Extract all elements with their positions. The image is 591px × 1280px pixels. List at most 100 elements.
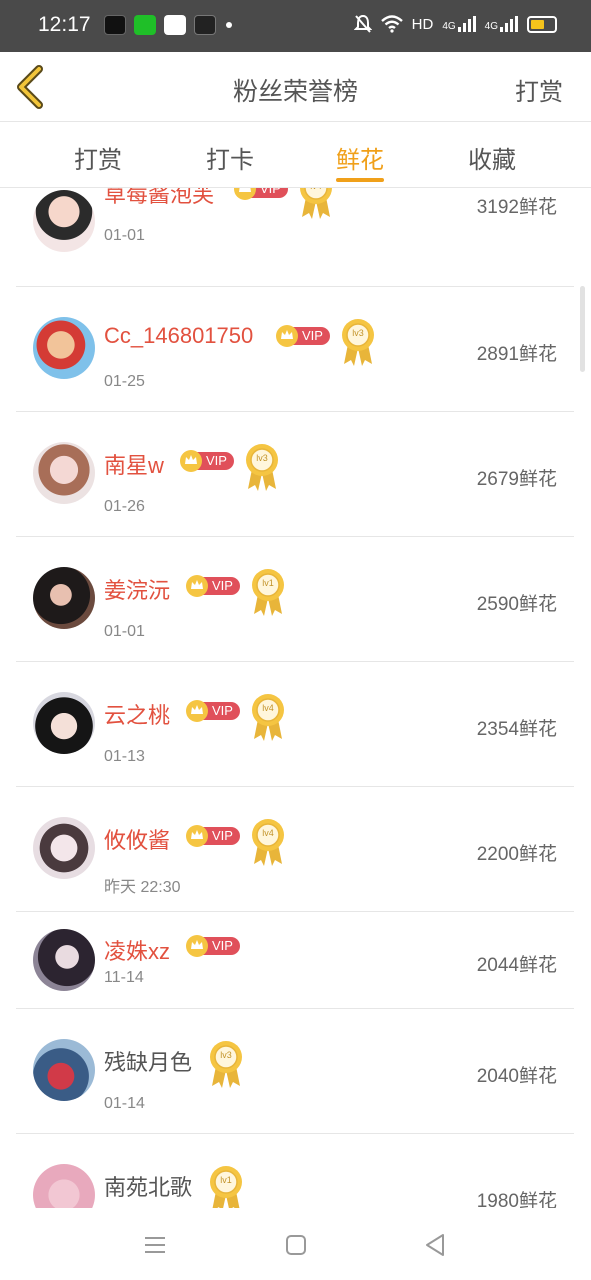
- user-date: 01-13: [104, 748, 145, 765]
- status-app-icons: [104, 15, 232, 35]
- status-bar: 12:17 HD 4G 4G: [0, 0, 591, 52]
- app-header: 粉丝荣誉榜 打赏: [0, 52, 591, 122]
- iqiyi-icon: [134, 15, 156, 35]
- vip-badge: VIP: [186, 574, 240, 598]
- avatar: [33, 567, 95, 629]
- flower-amount: 2040鲜花: [476, 1066, 557, 1087]
- level-medal-icon: lv4: [298, 188, 334, 221]
- avatar: [33, 929, 95, 991]
- avatar: [33, 317, 95, 379]
- vip-label: VIP: [260, 188, 281, 196]
- signal-2: 4G: [485, 16, 518, 32]
- avatar: [33, 817, 95, 879]
- tab-active-indicator: [336, 178, 384, 182]
- flower-amount: 1980鲜花: [476, 1191, 557, 1208]
- scrollbar[interactable]: [580, 286, 585, 372]
- avatar: [33, 442, 95, 504]
- vip-label: VIP: [206, 453, 227, 468]
- level-label: lv3: [352, 328, 364, 338]
- avatar: [33, 1164, 95, 1208]
- vip-badge: VIP: [186, 699, 240, 723]
- level-label: lv1: [262, 578, 274, 588]
- tab-favorites[interactable]: 收藏: [452, 140, 532, 175]
- flower-amount: 2679鲜花: [476, 469, 557, 490]
- user-date: 11-14: [104, 969, 144, 986]
- user-date: 01-25: [104, 373, 145, 390]
- flower-amount: 2590鲜花: [476, 594, 557, 615]
- tab-flowers[interactable]: 鲜花: [320, 140, 400, 175]
- hd-label: HD: [411, 15, 434, 33]
- vip-label: VIP: [212, 938, 233, 953]
- level-medal-icon: lv4: [250, 693, 286, 743]
- user-date: 01-01: [104, 227, 145, 244]
- signal-bars-icon: [457, 16, 476, 32]
- vip-badge: VIP: [186, 934, 240, 958]
- avatar: [33, 692, 95, 754]
- reward-button[interactable]: 打赏: [515, 72, 563, 107]
- level-label: lv3: [256, 453, 268, 463]
- list-item[interactable]: 姜浣沅 VIP lv1 01-01 2590鲜花: [16, 537, 574, 662]
- flower-amount: 2200鲜花: [476, 844, 557, 865]
- list-item[interactable]: Cc_146801750 VIP lv3 01-25 2891鲜花: [16, 287, 574, 412]
- status-time: 12:17: [38, 13, 91, 36]
- level-medal-icon: lv1: [208, 1165, 244, 1208]
- user-name: Cc_146801750: [104, 323, 254, 348]
- avatar: [33, 190, 95, 252]
- system-nav-bar: [0, 1208, 591, 1280]
- flower-amount: 3192鲜花: [476, 197, 557, 218]
- fan-ranking-list: 草莓酱泡芙 VIP lv4 01-01 3192鲜花 Cc_146801750 …: [0, 188, 591, 1208]
- list-item[interactable]: 残缺月色 lv3 01-14 2040鲜花: [16, 1009, 574, 1134]
- status-indicators: HD 4G 4G: [353, 14, 557, 34]
- user-name: 云之桃: [104, 703, 171, 728]
- list-item[interactable]: 南苑北歌 lv1 1980鲜花: [16, 1134, 574, 1208]
- vip-label: VIP: [212, 578, 233, 593]
- tab-reward[interactable]: 打赏: [58, 140, 138, 175]
- signal-1-label: 4G: [442, 21, 456, 32]
- vip-label: VIP: [212, 828, 233, 843]
- tab-checkin[interactable]: 打卡: [190, 140, 270, 175]
- menu-icon[interactable]: [142, 1232, 168, 1258]
- signal-1: 4G: [442, 16, 476, 32]
- level-medal-icon: lv4: [250, 818, 286, 868]
- vip-badge: VIP: [180, 449, 234, 473]
- list-item[interactable]: 凌姝xz VIP 11-14 2044鲜花: [16, 912, 574, 1009]
- level-medal-icon: lv3: [208, 1040, 244, 1090]
- flower-amount: 2354鲜花: [476, 719, 557, 740]
- user-date: 01-26: [104, 498, 145, 515]
- level-medal-icon: lv3: [340, 318, 376, 368]
- video-player-icon: [194, 15, 216, 35]
- vip-badge: VIP: [276, 324, 330, 348]
- back-triangle-icon[interactable]: [423, 1232, 449, 1258]
- user-name: 攸攸酱: [104, 828, 171, 853]
- user-name: 草莓酱泡芙: [104, 188, 215, 207]
- list-item[interactable]: 攸攸酱 VIP lv4 昨天 22:30 2200鲜花: [16, 787, 574, 912]
- user-date: 昨天 22:30: [104, 879, 181, 896]
- page-title: 粉丝荣誉榜: [232, 77, 358, 106]
- level-label: lv4: [262, 703, 274, 713]
- notification-dot-icon: [226, 22, 232, 28]
- battery-icon: [527, 15, 557, 33]
- avatar: [33, 1039, 95, 1101]
- video-app-icon: [164, 15, 186, 35]
- mute-bell-icon: [353, 14, 372, 33]
- level-medal-icon: lv3: [244, 443, 280, 493]
- level-label: lv3: [220, 1050, 232, 1060]
- level-label: lv4: [298, 188, 334, 191]
- list-item[interactable]: 云之桃 VIP lv4 01-13 2354鲜花: [16, 662, 574, 787]
- flower-amount: 2891鲜花: [476, 344, 557, 365]
- user-name: 南苑北歌: [104, 1175, 193, 1200]
- list-item[interactable]: 草莓酱泡芙 VIP lv4 01-01 3192鲜花: [16, 188, 574, 287]
- wifi-icon: [380, 15, 403, 33]
- signal-bars-icon: [500, 16, 518, 32]
- user-date: 01-01: [104, 623, 145, 640]
- vip-badge: VIP: [186, 824, 240, 848]
- tiktok-icon: [104, 15, 126, 35]
- signal-2-label: 4G: [484, 21, 498, 32]
- flower-amount: 2044鲜花: [476, 955, 557, 976]
- user-name: 残缺月色: [104, 1050, 193, 1075]
- vip-badge: VIP: [234, 188, 288, 201]
- list-item[interactable]: 南星w VIP lv3 01-26 2679鲜花: [16, 412, 574, 537]
- level-label: lv4: [262, 828, 274, 838]
- home-square-icon[interactable]: [283, 1232, 309, 1258]
- level-medal-icon: lv1: [250, 568, 286, 618]
